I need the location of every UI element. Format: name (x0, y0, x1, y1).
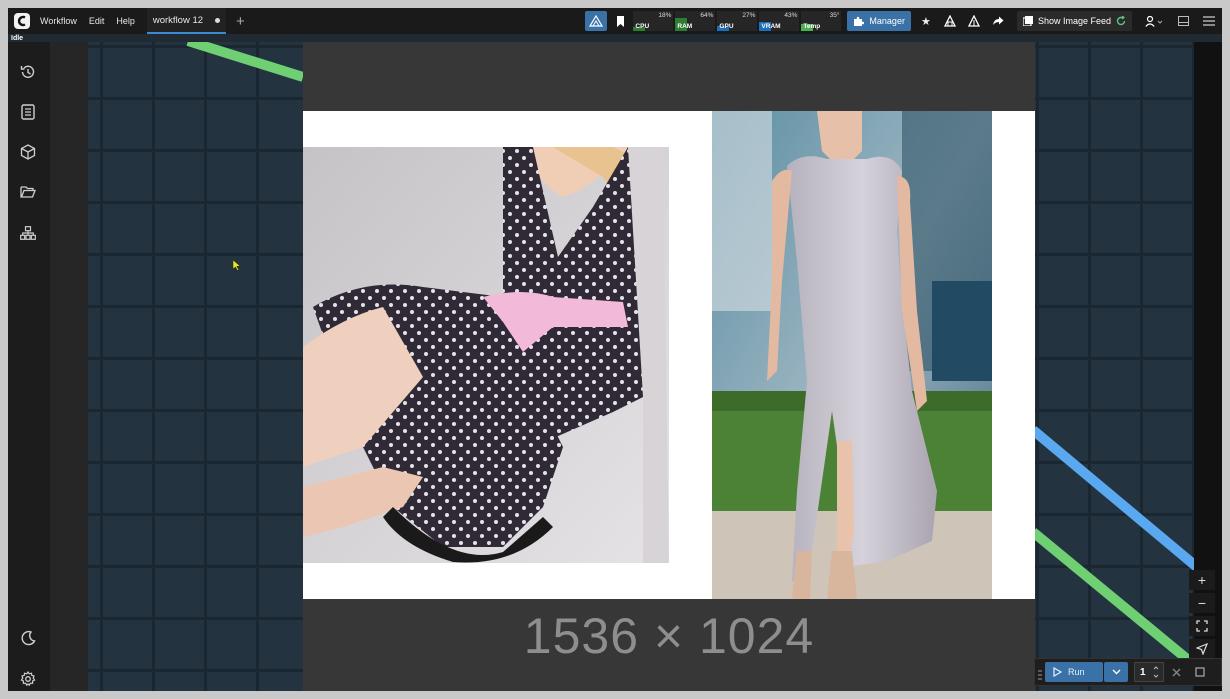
run-button[interactable]: Run (1045, 662, 1103, 682)
manager-button-label: Manager (869, 16, 905, 26)
manager-button[interactable]: Manager (847, 11, 911, 31)
polka-dress-photo (303, 147, 669, 563)
share-arrow-icon[interactable] (987, 11, 1009, 31)
fit-view-icon[interactable] (1189, 616, 1215, 636)
hamburger-menu-icon[interactable] (1198, 11, 1220, 31)
node-library-icon[interactable] (18, 223, 38, 243)
cpu-meter-label: CPU (635, 23, 650, 30)
ram-meter-label: RAM (677, 23, 693, 30)
puzzle-icon (854, 16, 865, 26)
cpu-meter-value: 18% (658, 12, 672, 19)
queue-list-icon[interactable] (18, 102, 38, 122)
zoom-in-plus-icon[interactable]: + (1189, 570, 1215, 590)
history-icon[interactable] (18, 62, 38, 82)
vram-meter: 43% VRAM (759, 11, 800, 31)
ram-meter: 64% RAM (675, 11, 716, 31)
temp-meter: 35° Temp (801, 11, 842, 31)
workflows-folder-icon[interactable] (18, 182, 38, 202)
run-toolbar: Run 1 (1034, 658, 1222, 686)
temp-meter-label: Temp (803, 23, 821, 30)
drag-handle-icon[interactable] (1038, 667, 1042, 685)
image-preview-panel: 1536 × 1024 (303, 42, 1035, 691)
temp-meter-value: 35° (829, 12, 840, 19)
sidebar-panel-strip (50, 42, 88, 691)
user-account-icon[interactable] (1140, 11, 1168, 31)
menu-workflow[interactable]: Workflow (40, 16, 77, 26)
top-menu-bar: Workflow Edit Help workflow 12 + 18% CPU… (8, 8, 1222, 34)
show-image-feed-button[interactable]: Show Image Feed (1016, 11, 1132, 31)
model-library-cube-icon[interactable] (18, 142, 38, 162)
app-window: Workflow Edit Help workflow 12 + 18% CPU… (8, 8, 1222, 691)
gpu-tool-icon[interactable] (939, 11, 961, 31)
crystools-logo-icon[interactable] (585, 11, 608, 31)
bookmark-icon[interactable] (609, 11, 631, 31)
theme-moon-icon[interactable] (18, 628, 38, 648)
new-tab-plus-icon[interactable]: + (236, 14, 245, 29)
show-image-feed-label: Show Image Feed (1037, 16, 1111, 26)
run-button-label: Run (1068, 667, 1085, 677)
topbar-right-tools: 18% CPU 64% RAM 27% GPU 43% VRAM 35° Tem… (583, 8, 1222, 34)
gpu-meter-value: 27% (742, 12, 756, 19)
cancel-x-icon[interactable] (1172, 668, 1181, 677)
menu-edit[interactable]: Edit (89, 16, 105, 26)
run-mode-dropdown[interactable] (1104, 662, 1128, 682)
unsaved-dot-icon (215, 17, 221, 23)
model-tool-icon[interactable] (963, 11, 985, 31)
menu-help[interactable]: Help (116, 16, 135, 26)
mouse-cursor-icon (233, 260, 241, 271)
stepper-arrows-icon[interactable] (1153, 665, 1159, 679)
settings-gear-icon[interactable] (18, 669, 38, 689)
vram-meter-label: VRAM (761, 23, 781, 30)
status-text: Idle (11, 35, 24, 42)
tab-workflow[interactable]: workflow 12 (146, 8, 227, 34)
grey-dress-photo (712, 111, 992, 599)
refresh-icon (1116, 16, 1126, 26)
app-logo-icon[interactable] (14, 13, 30, 29)
preview-image[interactable] (303, 111, 1035, 599)
zoom-out-minus-icon[interactable]: − (1189, 593, 1215, 613)
left-sidebar (8, 42, 50, 691)
star-icon[interactable]: ★ (915, 11, 937, 31)
canvas-pointer-icon[interactable] (1189, 639, 1215, 659)
link-green-top (186, 42, 305, 82)
gpu-meter-label: GPU (719, 23, 734, 30)
image-feed-icon (1022, 16, 1033, 26)
gpu-meter: 27% GPU (717, 11, 758, 31)
panel-toggle-icon[interactable] (1172, 11, 1194, 31)
vram-meter-value: 43% (784, 12, 798, 19)
batch-count-value: 1 (1140, 666, 1146, 678)
ram-meter-value: 64% (700, 12, 714, 19)
chevron-down-icon (1112, 669, 1120, 675)
play-icon (1053, 667, 1062, 677)
tab-workflow-label: workflow 12 (152, 14, 204, 26)
image-dimensions-label: 1536 × 1024 (523, 608, 815, 664)
batch-count-input[interactable]: 1 (1134, 662, 1164, 682)
cpu-meter: 18% CPU (633, 11, 674, 31)
stop-square-icon[interactable] (1195, 667, 1205, 677)
